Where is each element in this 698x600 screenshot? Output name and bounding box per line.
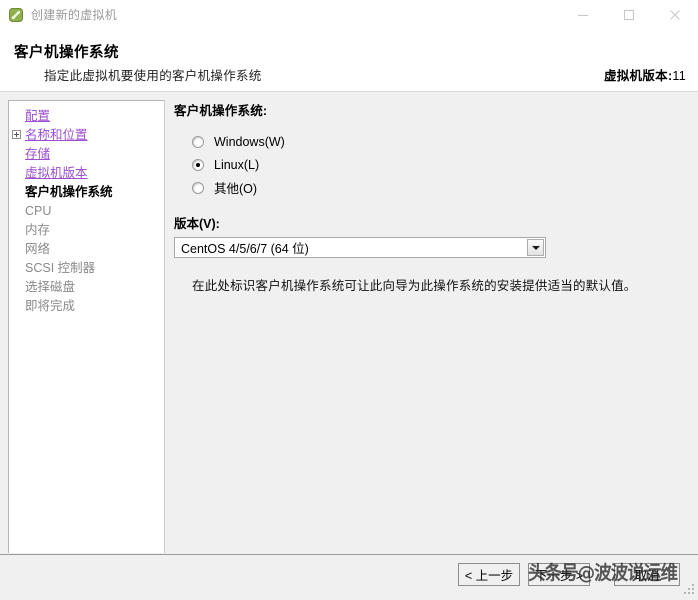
title-bar: 创建新的虚拟机: [0, 0, 698, 29]
wizard-step-label: 配置: [25, 109, 51, 123]
wizard-step-item[interactable]: 名称和位置: [9, 126, 164, 145]
guest-os-radio-group: Windows(W) Linux(L) 其他(O): [192, 130, 690, 199]
guest-os-radio-row[interactable]: Linux(L): [192, 153, 690, 176]
back-button[interactable]: < 上一步: [458, 563, 520, 586]
wizard-step-label: 名称和位置: [25, 128, 88, 142]
wizard-step-label: CPU: [25, 204, 52, 218]
version-field-label: 版本(V):: [174, 217, 220, 231]
vm-version-value: 11: [672, 69, 686, 83]
wizard-step-item[interactable]: 存储: [9, 145, 164, 164]
cancel-button[interactable]: 取消: [614, 563, 680, 586]
window-title: 创建新的虚拟机: [31, 8, 118, 22]
radio-button[interactable]: [192, 135, 204, 148]
version-select[interactable]: CentOS 4/5/6/7 (64 位): [174, 237, 546, 258]
window-controls: [560, 0, 698, 29]
wizard-step-item: SCSI 控制器: [9, 259, 164, 278]
radio-button[interactable]: [192, 158, 204, 171]
guest-os-group-label: 客户机操作系统:: [174, 104, 268, 118]
minimize-button[interactable]: [560, 0, 606, 29]
wizard-step-label: 选择磁盘: [25, 280, 76, 294]
wizard-step-item: 网络: [9, 240, 164, 259]
wizard-step-label: 即将完成: [25, 299, 76, 313]
wizard-footer: < 上一步 下一步 > 取消: [0, 555, 698, 600]
expand-plus-icon[interactable]: [12, 130, 21, 139]
wizard-body: 配置名称和位置存储虚拟机版本客户机操作系统 CPU 内存网络 SCSI 控制器 选择磁盘…: [0, 93, 698, 554]
radio-label: Windows(W): [214, 134, 285, 149]
radio-label: Linux(L): [214, 157, 260, 172]
wizard-steps-panel: 配置名称和位置存储虚拟机版本客户机操作系统 CPU 内存网络 SCSI 控制器 选择磁盘…: [8, 100, 165, 553]
wizard-step-label: 存储: [25, 147, 51, 161]
wizard-steps-list: 配置名称和位置存储虚拟机版本客户机操作系统 CPU 内存网络 SCSI 控制器 选择磁盘…: [9, 107, 164, 316]
resize-grip[interactable]: [682, 584, 695, 597]
create-vm-wizard-dialog: 创建新的虚拟机 客户机操作系统 指定此虚拟机要使用的客户机操作系统 虚拟机版本:…: [0, 0, 698, 600]
maximize-icon: [623, 9, 635, 20]
wizard-step-item: 选择磁盘: [9, 278, 164, 297]
wizard-step-label: 内存: [25, 223, 51, 237]
wizard-step-label: 客户机操作系统: [25, 185, 113, 199]
chevron-down-icon[interactable]: [527, 239, 544, 256]
wizard-step-item: CPU: [9, 202, 164, 221]
radio-label: 其他(O): [214, 182, 258, 196]
vm-version-indicator: 虚拟机版本:11: [604, 65, 686, 84]
wizard-step-label: 网络: [25, 242, 51, 256]
vm-wizard-icon: [8, 7, 24, 23]
radio-button[interactable]: [192, 181, 204, 194]
wizard-step-label: SCSI 控制器: [25, 261, 96, 275]
version-select-value: CentOS 4/5/6/7 (64 位): [181, 242, 309, 256]
page-title: 客户机操作系统: [14, 45, 119, 61]
maximize-button[interactable]: [606, 0, 652, 29]
guest-os-description: 在此处标识客户机操作系统可让此向导为此操作系统的安装提供适当的默认值。: [192, 279, 637, 293]
wizard-step-item[interactable]: 客户机操作系统: [9, 183, 164, 202]
close-button[interactable]: [652, 0, 698, 29]
wizard-content-panel: 客户机操作系统: Windows(W) Linux(L) 其他(O) 版本(V): …: [174, 100, 690, 553]
wizard-step-item: 即将完成: [9, 297, 164, 316]
next-button[interactable]: 下一步 >: [528, 563, 590, 586]
close-icon: [670, 9, 680, 20]
page-subtitle: 指定此虚拟机要使用的客户机操作系统: [44, 69, 262, 83]
wizard-step-item: 内存: [9, 221, 164, 240]
guest-os-radio-row[interactable]: Windows(W): [192, 130, 690, 153]
wizard-header: 客户机操作系统 指定此虚拟机要使用的客户机操作系统 虚拟机版本:11: [0, 29, 698, 92]
vm-version-label: 虚拟机版本:: [603, 69, 673, 83]
wizard-step-item[interactable]: 虚拟机版本: [9, 164, 164, 183]
guest-os-radio-row[interactable]: 其他(O): [192, 176, 690, 199]
wizard-step-item[interactable]: 配置: [9, 107, 164, 126]
minimize-icon: [578, 14, 588, 16]
wizard-step-label: 虚拟机版本: [25, 166, 88, 180]
